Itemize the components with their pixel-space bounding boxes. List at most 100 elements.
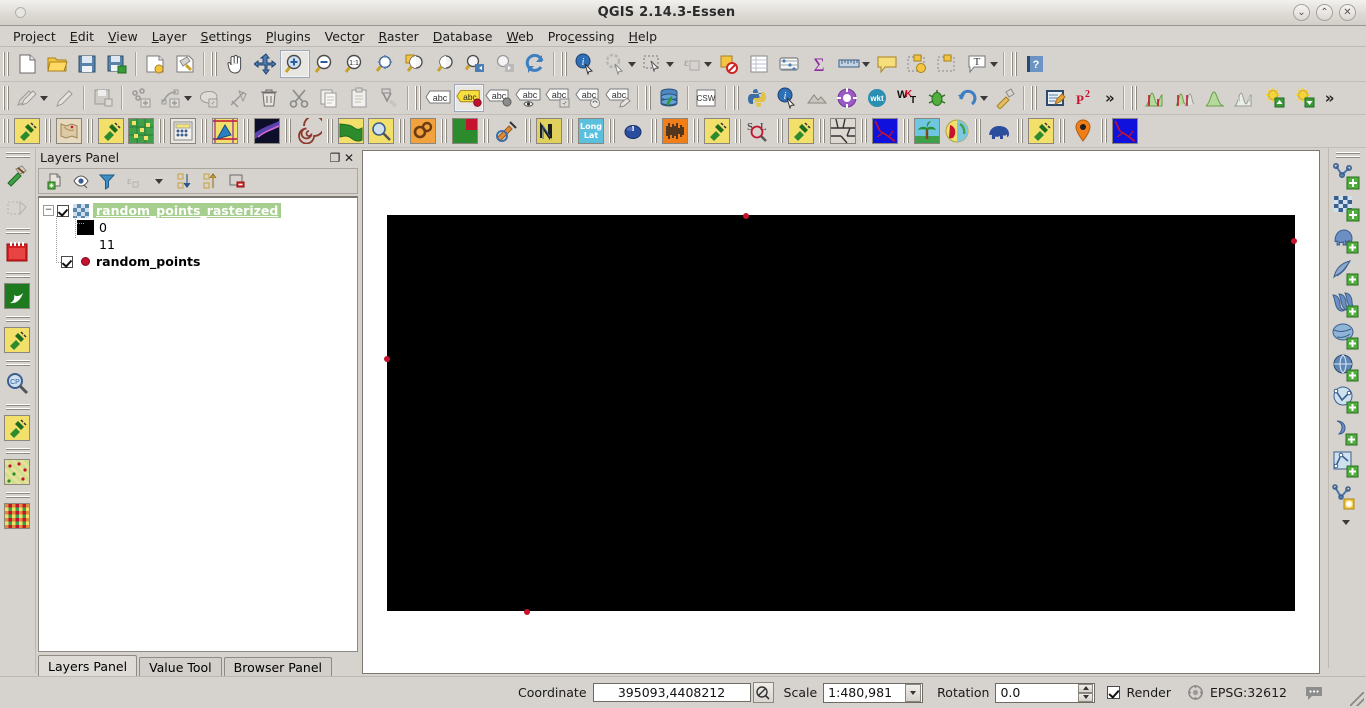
left-toolbar-grip-4[interactable] [5,315,30,323]
add-delimited-text-layer-icon[interactable] [1329,416,1363,448]
toolbar-grip-labeling[interactable] [414,86,422,110]
zoom-full-icon[interactable] [370,50,400,78]
layer-visibility-checkbox[interactable] [61,255,73,268]
crs-value[interactable]: EPSG:32612 [1210,685,1287,700]
left-toolbar-grip-2[interactable] [5,227,30,235]
new-memory-layer-icon[interactable] [1329,480,1363,512]
zoom-in-icon[interactable] [280,50,310,78]
window-menu-icon[interactable] [0,7,40,18]
landuse-map-icon[interactable] [0,456,34,488]
toolbar-overflow-row2-b[interactable]: » [1320,89,1340,107]
move-feature-icon[interactable] [194,84,224,112]
coordinate-input[interactable]: 395093,4408212 [592,683,751,702]
add-point-feature-icon[interactable] [126,84,156,112]
toolbar-overflow-row2-a[interactable]: » [1100,89,1120,107]
filter-dropdown-icon[interactable] [146,170,172,192]
grip-p4[interactable] [158,119,166,143]
maximize-button[interactable]: ⌃ [1316,4,1333,21]
grip-p18[interactable] [776,119,784,143]
grip-p23[interactable] [1016,119,1024,143]
classified-raster-icon[interactable] [0,500,34,532]
grip-p24[interactable] [1058,119,1066,143]
delete-selected-icon[interactable] [254,84,284,112]
filter-legend-icon[interactable] [94,170,120,192]
river-map-icon[interactable] [870,117,900,145]
db-manager-icon[interactable] [654,84,684,112]
longlat-icon[interactable]: Long Lat [576,117,606,145]
calendar-icon[interactable] [0,236,34,268]
toggle-extents-icon[interactable] [752,682,774,703]
advanced-digitizing-icon[interactable] [374,84,404,112]
magnifier-icon[interactable] [366,117,396,145]
grip-p11[interactable] [482,119,490,143]
grip-p10[interactable] [440,119,448,143]
python-console-icon[interactable] [742,84,772,112]
plug-green-icon[interactable] [1026,117,1056,145]
select-by-expression-icon[interactable]: ε [676,50,706,78]
zoom-last-icon[interactable] [460,50,490,78]
bug-icon[interactable] [922,84,952,112]
tab-layers-panel[interactable]: Layers Panel [38,655,138,676]
processing-options-icon[interactable] [832,84,862,112]
menu-layer[interactable]: Layer [145,27,194,46]
space-icon[interactable] [252,117,282,145]
remove-layer-icon[interactable] [224,170,250,192]
left-toolbar-grip-1[interactable] [5,151,30,159]
grip-p8[interactable] [326,119,334,143]
csw-catalog-icon[interactable]: CSW [692,84,722,112]
layer-visibility-checkbox[interactable] [57,204,69,217]
new-bookmark-icon[interactable] [902,50,932,78]
grip-p16[interactable] [692,119,700,143]
rotation-step-down-icon[interactable] [1078,692,1094,702]
open-attribute-table-icon[interactable] [744,50,774,78]
map-canvas[interactable] [362,150,1320,674]
move-label-icon[interactable]: abc [544,84,574,112]
rotation-step-up-icon[interactable] [1078,683,1094,693]
grip-p14[interactable] [608,119,616,143]
left-toolbar-grip-7[interactable] [5,447,30,455]
grip-p6[interactable] [242,119,250,143]
copy-features-icon[interactable] [314,84,344,112]
profile-compare-icon[interactable] [1170,84,1200,112]
select-features-icon[interactable] [638,50,668,78]
plug-yellow-left-icon[interactable] [0,324,34,356]
left-toolbar-grip-8[interactable] [5,491,30,499]
pan-to-selection-icon[interactable] [250,50,280,78]
toolbar-grip[interactable] [2,52,10,76]
layers-tree[interactable]: − random_points_rasterized 0 11 random_p… [38,196,358,652]
spiral-icon[interactable] [294,117,324,145]
save-project-icon[interactable] [72,50,102,78]
zoom-native-icon[interactable]: 1:1 [340,50,370,78]
river-map-2-icon[interactable] [1110,117,1140,145]
grip-p21[interactable] [902,119,910,143]
save-project-as-icon[interactable] [102,50,132,78]
menu-plugins[interactable]: Plugins [259,27,318,46]
plug-yellow-icon[interactable] [702,117,732,145]
barcode-icon[interactable] [660,117,690,145]
menu-view[interactable]: View [101,27,145,46]
layer-name-random-points-rasterized[interactable]: random_points_rasterized [93,203,282,218]
toolbar-grip-attributes[interactable] [560,52,568,76]
grip-p15[interactable] [650,119,658,143]
new-print-composer-icon[interactable] [140,50,170,78]
gears-icon[interactable] [408,117,438,145]
brightness-up-icon[interactable] [1260,84,1290,112]
menu-processing[interactable]: Processing [541,27,622,46]
digitize-tools-icon[interactable] [0,160,34,192]
grip-p25[interactable] [1100,119,1108,143]
plug-green-left-icon[interactable] [0,412,34,444]
open-project-icon[interactable] [42,50,72,78]
add-wms-layer-icon[interactable] [1329,320,1363,352]
left-toolbar-grip-6[interactable] [5,403,30,411]
mouse-icon[interactable] [618,117,648,145]
grip-p3[interactable] [86,119,94,143]
add-line-feature-icon[interactable] [156,84,186,112]
plugin-plug-icon[interactable] [12,117,42,145]
wkt-raster-icon[interactable]: WKT [892,84,922,112]
collapse-all-icon[interactable] [198,170,224,192]
brightness-down-icon[interactable] [1290,84,1320,112]
layer-row-random-points-rasterized[interactable]: − random_points_rasterized [39,202,357,219]
map-marker-icon[interactable] [1068,117,1098,145]
toggle-editing-icon[interactable] [50,84,80,112]
toolbar-grip-digitizing[interactable] [2,86,10,110]
